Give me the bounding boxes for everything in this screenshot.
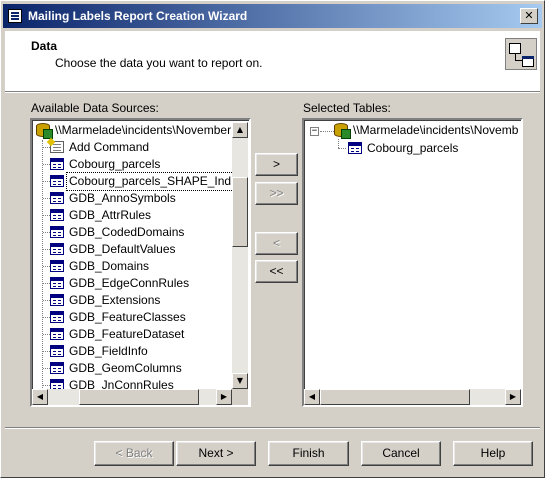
available-item-label: GDB_GeomColumns (69, 361, 182, 375)
available-list-item[interactable]: GDB_EdgeConnRules (43, 275, 191, 292)
available-list-item[interactable]: GDB_DefaultValues (43, 241, 178, 258)
selected-hscroll[interactable]: ◀ ▶ (304, 389, 521, 405)
left-arrow-icon: ◀ (308, 392, 316, 401)
available-list-item[interactable]: GDB_GeomColumns (43, 360, 184, 377)
selected-root-label: \\Marmelade\incidents\Novemb (353, 123, 519, 137)
up-arrow-icon: ▲ (236, 125, 244, 134)
linked-tables-icon (505, 38, 537, 70)
remove-button[interactable]: < (255, 232, 298, 255)
available-list-item[interactable]: GDB_FeatureClasses (43, 309, 188, 326)
available-tree[interactable]: \\Marmelade\incidents\November Add Comma… (30, 118, 251, 407)
table-icon (50, 209, 64, 221)
table-icon (50, 158, 64, 170)
wizard-header: Data Choose the data you want to report … (5, 31, 540, 91)
next-button[interactable]: Next > (176, 441, 256, 466)
footer-divider (5, 427, 540, 429)
title-bar: Mailing Labels Report Creation Wizard ✕ (3, 4, 542, 28)
available-list-item[interactable]: GDB_AnnoSymbols (43, 190, 178, 207)
available-list-item[interactable]: GDB_Extensions (43, 292, 162, 309)
right-arrow-icon: ▶ (220, 392, 228, 401)
available-hscroll[interactable]: ◀ ▶ (32, 389, 232, 405)
cancel-button[interactable]: Cancel (361, 441, 441, 466)
available-item-label: Add Command (69, 140, 150, 154)
scroll-down-button[interactable]: ▼ (232, 373, 248, 389)
add-button[interactable]: > (255, 153, 298, 176)
scroll-left-button[interactable]: ◀ (304, 389, 320, 405)
collapse-icon[interactable]: − (310, 127, 319, 136)
available-label: Available Data Sources: (31, 101, 159, 115)
close-button[interactable]: ✕ (520, 8, 538, 24)
available-list-item[interactable]: GDB_FeatureDataset (43, 326, 186, 343)
available-list-item[interactable]: Add Command (43, 139, 151, 156)
app-icon (8, 9, 22, 23)
scroll-right-button[interactable]: ▶ (505, 389, 521, 405)
table-icon (50, 328, 64, 340)
available-list-item[interactable]: GDB_CodedDomains (43, 224, 186, 241)
selected-table-label: Cobourg_parcels (367, 141, 459, 155)
available-item-label: Cobourg_parcels (69, 157, 161, 171)
table-icon (50, 260, 64, 272)
table-icon (50, 192, 64, 204)
selected-tree[interactable]: − \\Marmelade\incidents\Novemb Cobourg_p… (302, 118, 523, 407)
table-icon (348, 142, 362, 154)
add-command-icon (50, 141, 64, 153)
available-vscroll[interactable]: ▲ ▼ (232, 122, 248, 389)
available-item-label: GDB_DefaultValues (69, 242, 176, 256)
scroll-corner (232, 389, 248, 405)
table-icon (50, 175, 64, 187)
right-arrow-icon: ▶ (509, 392, 517, 401)
available-item-label: GDB_CodedDomains (69, 225, 185, 239)
left-arrow-icon: ◀ (36, 392, 44, 401)
remove-all-button[interactable]: << (255, 260, 298, 283)
down-arrow-icon: ▼ (236, 376, 244, 385)
available-item-label: GDB_AttrRules (69, 208, 152, 222)
help-button[interactable]: Help (453, 441, 533, 466)
window-title: Mailing Labels Report Creation Wizard (28, 9, 248, 23)
available-item-label: GDB_AnnoSymbols (69, 191, 176, 205)
available-item-label: GDB_EdgeConnRules (69, 276, 190, 290)
available-item-label: GDB_FeatureDataset (69, 327, 185, 341)
table-icon (50, 362, 64, 374)
available-item-label: GDB_FeatureClasses (69, 310, 186, 324)
available-item-label: GDB_FieldInfo (69, 344, 148, 358)
available-item-label: Cobourg_parcels_SHAPE_Ind (65, 172, 235, 191)
selected-table-item[interactable]: Cobourg_parcels (346, 140, 460, 157)
available-item-label: GDB_Extensions (69, 293, 161, 307)
available-list-item[interactable]: GDB_AttrRules (43, 207, 153, 224)
table-icon (50, 226, 64, 238)
step-subtitle: Choose the data you want to report on. (55, 56, 263, 70)
table-icon (50, 311, 64, 323)
table-icon (50, 277, 64, 289)
wizard-window: Mailing Labels Report Creation Wizard ✕ … (0, 0, 545, 478)
scroll-right-button[interactable]: ▶ (216, 389, 232, 405)
scroll-up-button[interactable]: ▲ (232, 122, 248, 138)
table-icon (50, 243, 64, 255)
tree-root-node[interactable]: \\Marmelade\incidents\November (34, 122, 233, 139)
available-list-item[interactable]: GDB_Domains (43, 258, 151, 275)
available-list-item[interactable]: Cobourg_parcels (43, 156, 162, 173)
hscroll-thumb[interactable] (79, 389, 199, 405)
selected-root-node[interactable]: \\Marmelade\incidents\Novemb (332, 122, 520, 139)
table-icon (50, 294, 64, 306)
available-list-item[interactable]: GDB_FieldInfo (43, 343, 150, 360)
database-icon (334, 123, 351, 139)
selected-label: Selected Tables: (303, 101, 391, 115)
scroll-thumb[interactable] (232, 177, 248, 247)
table-icon (50, 345, 64, 357)
scroll-left-button[interactable]: ◀ (32, 389, 48, 405)
step-title: Data (31, 39, 58, 53)
header-divider (5, 91, 540, 93)
finish-button[interactable]: Finish (268, 441, 349, 466)
available-list-item[interactable]: Cobourg_parcels_SHAPE_Ind (43, 172, 235, 191)
root-label: \\Marmelade\incidents\November (55, 123, 232, 137)
hscroll-thumb[interactable] (320, 389, 470, 405)
add-all-button[interactable]: >> (255, 182, 298, 205)
database-icon (36, 123, 53, 139)
back-button[interactable]: < Back (94, 441, 174, 466)
available-item-label: GDB_Domains (69, 259, 150, 273)
